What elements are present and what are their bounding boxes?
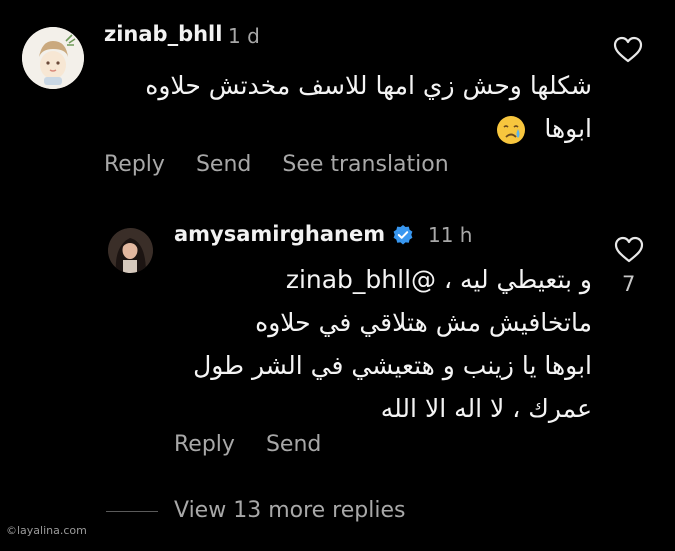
reply-text-line: ابوها يا زينب و هتعيشي في الشر طول xyxy=(193,351,592,380)
view-more-replies-button[interactable]: View 13 more replies xyxy=(174,498,405,523)
comment-username[interactable]: zinab_bhll xyxy=(104,22,222,46)
comment-time: 1 d xyxy=(228,24,260,48)
comment-text-line: ابوها xyxy=(544,114,592,143)
crying-face-emoji-icon xyxy=(496,115,526,145)
avatar-amysamirghanem[interactable] xyxy=(108,228,153,273)
heart-icon[interactable] xyxy=(613,36,643,64)
send-button[interactable]: Send xyxy=(196,152,251,177)
like-count: 7 xyxy=(622,272,636,296)
reply-text: و بتعيطي ليه ، @zinab_bhll ماتخافيش مش ه… xyxy=(160,258,592,430)
see-translation-button[interactable]: See translation xyxy=(282,152,448,177)
comment-text-line: شكلها وحش زي امها للاسف مخدتش حلاوه xyxy=(145,71,592,100)
divider xyxy=(106,511,158,512)
avatar-zinab[interactable] xyxy=(22,27,84,89)
send-button[interactable]: Send xyxy=(266,432,321,457)
comment-actions: Reply Send See translation xyxy=(104,152,473,177)
verified-badge-icon xyxy=(392,224,414,246)
reply-text-line: عمرك ، لا اله الا الله xyxy=(380,394,592,423)
heart-icon[interactable] xyxy=(614,236,644,264)
reply-button[interactable]: Reply xyxy=(104,152,165,177)
reply-actions: Reply Send xyxy=(174,432,345,457)
watermark: ©layalina.com xyxy=(6,524,87,537)
reply-text-line: ماتخافيش مش هتلاقي في حلاوه xyxy=(255,308,592,337)
comment-text: شكلها وحش زي امها للاسف مخدتش حلاوه ابوه… xyxy=(96,64,592,150)
reply-text-line: و بتعيطي ليه ، @zinab_bhll xyxy=(285,265,592,294)
reply-time: 11 h xyxy=(428,223,473,247)
reply-username[interactable]: amysamirghanem xyxy=(174,222,385,246)
reply-button[interactable]: Reply xyxy=(174,432,235,457)
